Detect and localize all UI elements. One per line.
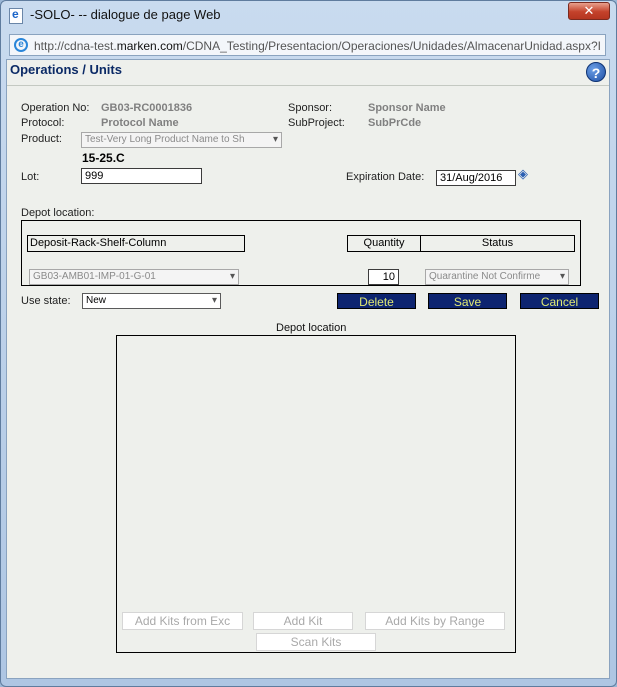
dialog-window: -SOLO- -- dialogue de page Web ✕ e http:… <box>0 0 617 687</box>
product-select[interactable]: Test-Very Long Product Name to Sh ▾ <box>81 132 282 148</box>
delete-button[interactable]: Delete <box>337 293 416 309</box>
col-header-location: Deposit-Rack-Shelf-Column <box>27 235 245 252</box>
kits-panel-title: Depot location <box>276 322 347 334</box>
chevron-down-icon: ▾ <box>211 295 217 306</box>
url-path: /CDNA_Testing/Presentacion/Operaciones/U… <box>182 39 601 53</box>
sponsor-value: Sponsor Name <box>368 102 446 114</box>
chevron-down-icon: ▾ <box>559 271 565 282</box>
col-header-status: Status <box>420 235 575 252</box>
help-icon[interactable]: ? <box>586 62 606 82</box>
depot-location-select[interactable]: GB03-AMB01-IMP-01-G-01 ▾ <box>29 269 239 285</box>
product-select-value: Test-Very Long Product Name to Sh <box>85 134 245 145</box>
quantity-input[interactable]: 10 <box>368 269 399 285</box>
save-button[interactable]: Save <box>428 293 507 309</box>
close-button[interactable]: ✕ <box>568 2 610 20</box>
protocol-label: Protocol: <box>21 117 65 129</box>
col-header-quantity: Quantity <box>347 235 421 252</box>
title-bar[interactable]: -SOLO- -- dialogue de page Web ✕ <box>1 1 616 29</box>
cancel-button[interactable]: Cancel <box>520 293 599 309</box>
use-state-select[interactable]: New ▾ <box>82 293 221 309</box>
expiration-label: Expiration Date: <box>346 171 425 183</box>
ie-icon: e <box>14 38 28 52</box>
url-domain: marken.com <box>116 39 183 53</box>
address-bar[interactable]: e http://cdna-test.marken.com/CDNA_Testi… <box>9 34 606 56</box>
product-label: Product: <box>21 133 62 145</box>
url-prefix: http://cdna-test. <box>34 39 117 53</box>
status-select-value: Quarantine Not Confirme <box>429 271 541 282</box>
subproject-value: SubPrCde <box>368 117 422 129</box>
operation-label: Operation No: <box>21 102 90 114</box>
use-state-label: Use state: <box>21 295 71 307</box>
protocol-value: Protocol Name <box>101 117 179 129</box>
add-kit-button[interactable]: Add Kit <box>253 612 353 630</box>
page-content: Operations / Units ? Operation No: GB03-… <box>6 59 610 679</box>
lot-label: Lot: <box>21 171 40 183</box>
window-title: -SOLO- -- dialogue de page Web <box>30 7 221 22</box>
sponsor-label: Sponsor: <box>288 102 333 114</box>
page-title: Operations / Units <box>10 62 122 77</box>
depot-location-value: GB03-AMB01-IMP-01-G-01 <box>33 271 156 282</box>
lot-input[interactable]: 999 <box>81 168 202 184</box>
kits-panel <box>116 335 516 653</box>
use-state-value: New <box>86 295 107 306</box>
add-kits-from-excel-button[interactable]: Add Kits from Exc <box>122 612 243 630</box>
page-icon <box>9 7 23 24</box>
url-text[interactable]: http://cdna-test.marken.com/CDNA_Testing… <box>34 39 604 53</box>
scan-kits-button[interactable]: Scan Kits <box>256 633 376 651</box>
add-kits-by-range-button[interactable]: Add Kits by Range <box>365 612 505 630</box>
calendar-icon[interactable]: ◈ <box>518 166 528 182</box>
chevron-down-icon: ▾ <box>272 134 278 145</box>
title-divider <box>7 85 609 86</box>
status-select[interactable]: Quarantine Not Confirme ▾ <box>425 269 569 285</box>
expiration-date-input[interactable]: 31/Aug/2016 <box>436 170 516 186</box>
subproject-label: SubProject: <box>288 117 345 129</box>
depot-section-label: Depot location: <box>21 207 95 219</box>
product-code: 15-25.C <box>82 151 125 165</box>
operation-value: GB03-RC0001836 <box>101 102 193 114</box>
chevron-down-icon: ▾ <box>229 271 235 282</box>
